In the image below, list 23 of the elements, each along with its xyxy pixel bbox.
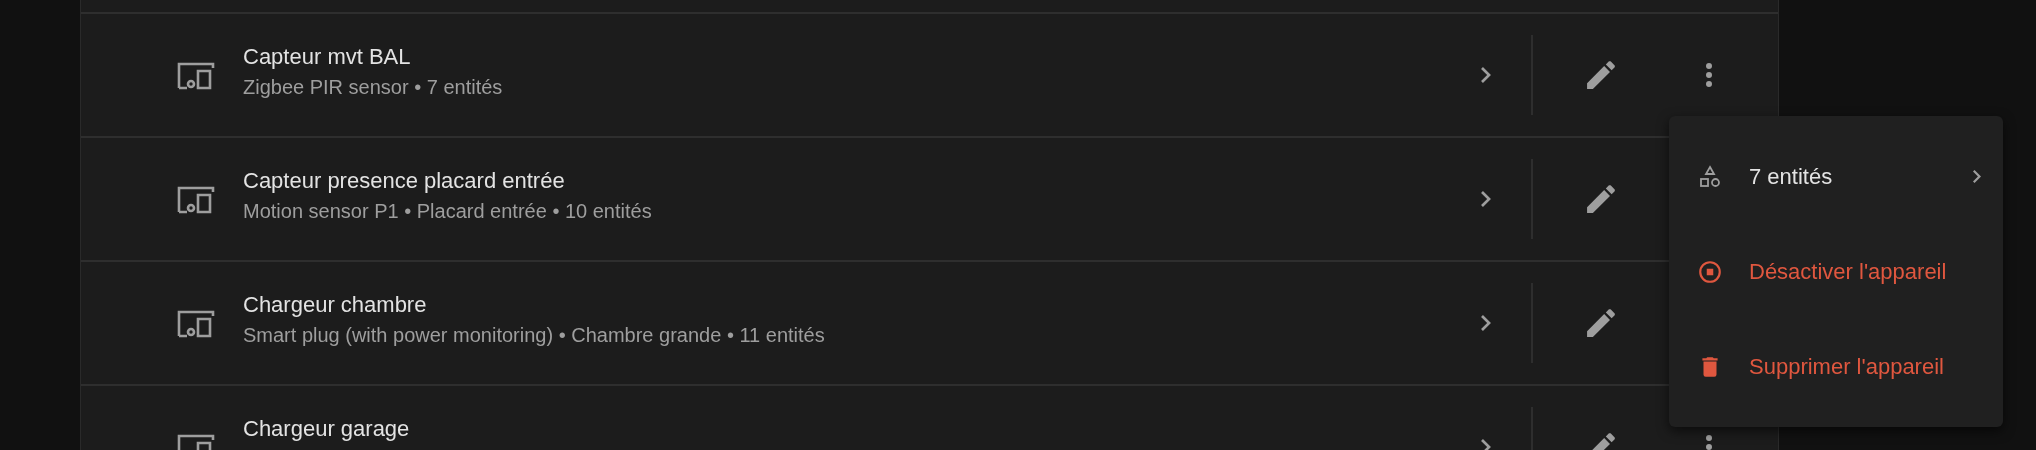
devices-icon [177,60,217,90]
menu-item[interactable]: 7 entités [1669,129,2003,224]
device-details: Motion sensor P1 • Placard entrée • 10 entités [243,200,653,223]
edit-icon[interactable] [1587,309,1615,337]
edit-icon[interactable] [1587,61,1615,89]
devices-icon [177,184,217,214]
stop-circle-icon [1697,258,1723,285]
menu-item[interactable]: Supprimer l'appareil [1669,319,2003,414]
device-name[interactable]: Chargeur chambre [243,292,1481,318]
chevron-icon[interactable] [1481,315,1491,331]
chevron-icon [1973,170,1981,183]
devices-icon [177,308,217,338]
device-details: Smart plug (with power monitoring) • Chambre grande • 11 entités [243,324,826,347]
edit-icon[interactable] [1587,185,1615,213]
more-options-icon[interactable] [1706,63,1712,87]
device-name[interactable]: Capteur presence placard entrée [243,168,1481,194]
shapes-icon [1698,164,1722,189]
menu-item[interactable]: Désactiver l'appareil [1669,224,2003,319]
device-details: Zigbee PIR sensor • 7 entités [243,76,504,99]
device-name[interactable]: Capteur mvt BAL [243,44,1481,70]
chevron-icon[interactable] [1481,67,1491,83]
chevron-icon[interactable] [1481,191,1491,207]
device-name[interactable]: Chargeur garage [243,416,1481,442]
